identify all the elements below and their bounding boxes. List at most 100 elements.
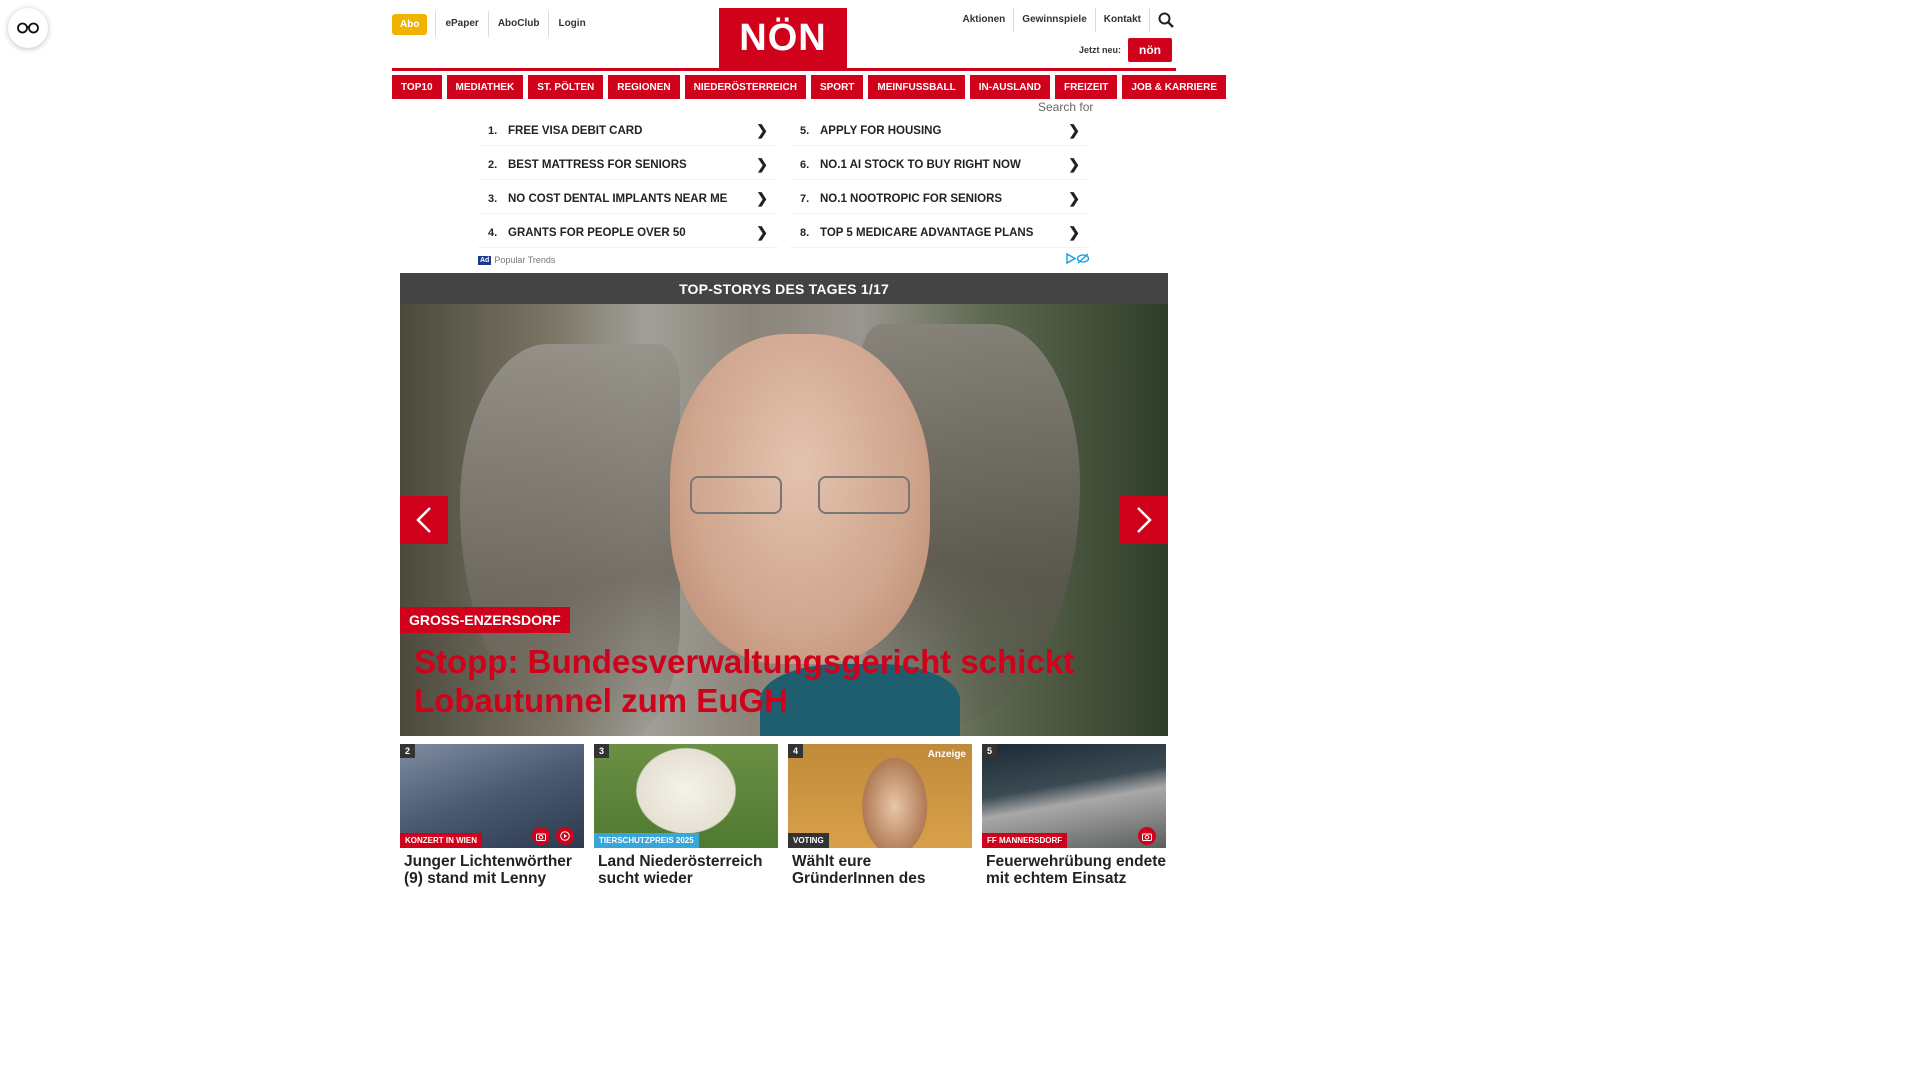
ad-item-text: BEST MATTRESS FOR SENIORS: [508, 158, 687, 171]
aktionen-link[interactable]: Aktionen: [955, 8, 1015, 32]
nav-regionen[interactable]: REGIONEN: [608, 75, 680, 99]
ad-item-text: GRANTS FOR PEOPLE OVER 50: [508, 226, 686, 239]
glasses-icon: [17, 22, 39, 34]
chevron-right-icon: ❯: [756, 224, 768, 240]
story-thumbnail[interactable]: 2 KONZERT IN WIEN: [400, 744, 584, 848]
ad-tag: Ad: [478, 255, 492, 265]
login-link[interactable]: Login: [548, 11, 594, 37]
site-logo[interactable]: NÖN: [719, 8, 847, 68]
story-title[interactable]: Land Niederösterreich sucht wieder: [594, 853, 778, 887]
story-rank: 5: [982, 744, 998, 758]
story-thumbnail[interactable]: 5 FF MANNERSDORF: [982, 744, 1166, 848]
ad-item-number: 4.: [488, 226, 498, 239]
story-thumbnail[interactable]: 4 Anzeige VOTING: [788, 744, 972, 848]
nav-niederoesterreich[interactable]: NIEDERÖSTERREICH: [684, 75, 806, 99]
ad-link[interactable]: 2. BEST MATTRESS FOR SENIORS ❯: [478, 150, 778, 180]
story-card[interactable]: 3 TIERSCHUTZPREIS 2025 Land Niederösterr…: [594, 744, 778, 887]
top-stories-slider: TOP-STORYS DES TAGES 1/17 GROSS-ENZERSDO…: [400, 273, 1168, 736]
ad-item-text: APPLY FOR HOUSING: [820, 124, 942, 137]
camera-icon: [1138, 827, 1156, 845]
jetzt-neu-label: Jetzt neu:: [1078, 45, 1121, 55]
story-rank: 4: [788, 744, 804, 758]
ad-item-number: 8.: [800, 226, 810, 239]
ad-link[interactable]: 3. NO COST DENTAL IMPLANTS NEAR ME ❯: [478, 184, 778, 214]
chevron-right-icon: ❯: [1068, 224, 1080, 240]
slider-prev-button[interactable]: [400, 496, 448, 544]
jetzt-neu-promo[interactable]: Jetzt neu: nön: [1079, 38, 1172, 62]
story-headline[interactable]: Stopp: Bundesverwaltungsgericht schickt …: [414, 642, 1148, 720]
ad-item-text: FREE VISA DEBIT CARD: [508, 124, 643, 137]
aboclub-link[interactable]: AboClub: [487, 11, 549, 37]
chevron-right-icon: ❯: [1068, 190, 1080, 206]
story-rank: 3: [594, 744, 610, 758]
story-rank: 2: [400, 744, 416, 758]
chevron-right-icon: ❯: [756, 156, 768, 172]
story-category: VOTING: [788, 833, 829, 848]
chevron-right-icon: [1137, 507, 1152, 533]
story-card[interactable]: 5 FF MANNERSDORF Feuerwehrübung endete m…: [982, 744, 1166, 887]
photo-glasses: [690, 476, 910, 516]
slide-image[interactable]: GROSS-ENZERSDORF Stopp: Bundesverwaltung…: [400, 304, 1168, 736]
nav-job-karriere[interactable]: JOB & KARRIERE: [1122, 75, 1226, 99]
ad-link[interactable]: 8. TOP 5 MEDICARE ADVANTAGE PLANS ❯: [790, 218, 1090, 248]
utility-nav-left: Abo ePaper AboClub Login: [392, 11, 595, 37]
gewinnspiele-link[interactable]: Gewinnspiele: [1014, 8, 1096, 32]
ad-search-label: Search for: [1038, 100, 1094, 114]
main-nav: TOP10 MEDIATHEK ST. PÖLTEN REGIONEN NIED…: [392, 75, 1226, 99]
ad-item-text: TOP 5 MEDICARE ADVANTAGE PLANS: [820, 226, 1034, 239]
ad-link[interactable]: 1. FREE VISA DEBIT CARD ❯: [478, 116, 778, 146]
play-icon: [556, 827, 574, 845]
header-divider: [392, 68, 1176, 71]
epaper-link[interactable]: ePaper: [435, 11, 487, 37]
ad-provider-label: Popular Trends: [494, 255, 556, 265]
site-header: Abo ePaper AboClub Login NÖN Aktionen Ge…: [392, 0, 1176, 68]
ad-item-number: 5.: [800, 124, 810, 137]
nav-sport[interactable]: SPORT: [810, 75, 864, 99]
ad-item-number: 7.: [800, 192, 810, 205]
page-container: Abo ePaper AboClub Login NÖN Aktionen Ge…: [392, 0, 1226, 887]
story-title[interactable]: Wählt eure GründerInnen des: [788, 853, 972, 887]
story-card[interactable]: 2 KONZERT IN WIEN Junger Lichtenwörther …: [400, 744, 584, 887]
story-thumbnail[interactable]: 3 TIERSCHUTZPREIS 2025: [594, 744, 778, 848]
abo-button[interactable]: Abo: [392, 13, 428, 35]
camera-icon: [532, 827, 550, 845]
ad-link[interactable]: 6. NO.1 AI STOCK TO BUY RIGHT NOW ❯: [790, 150, 1090, 180]
ad-item-text: NO.1 AI STOCK TO BUY RIGHT NOW: [820, 158, 1021, 171]
story-category: TIERSCHUTZPREIS 2025: [594, 833, 699, 848]
nav-mediathek[interactable]: MEDIATHEK: [446, 75, 524, 99]
nav-freizeit[interactable]: FREIZEIT: [1054, 75, 1118, 99]
chevron-right-icon: ❯: [1068, 156, 1080, 172]
nav-top10[interactable]: TOP10: [392, 75, 442, 99]
ad-item-text: NO COST DENTAL IMPLANTS NEAR ME: [508, 192, 728, 205]
nav-meinfussball[interactable]: MEINFUSSBALL: [868, 75, 965, 99]
story-title[interactable]: Feuerwehrübung endete mit echtem Einsatz: [982, 853, 1166, 887]
story-kicker[interactable]: GROSS-ENZERSDORF: [400, 607, 570, 633]
slider-next-button[interactable]: [1120, 496, 1168, 544]
ad-search-block: 1. FREE VISA DEBIT CARD ❯ 5. APPLY FOR HOUS…: [478, 116, 1090, 267]
ad-item-number: 6.: [800, 158, 810, 171]
nav-in-ausland[interactable]: IN-AUSLAND: [969, 75, 1050, 99]
ad-item-number: 1.: [488, 124, 498, 137]
ad-item-number: 2.: [488, 158, 498, 171]
search-icon[interactable]: [1150, 8, 1176, 32]
reader-mode-button[interactable]: [8, 8, 48, 48]
utility-nav-right: Aktionen Gewinnspiele Kontakt: [955, 8, 1176, 32]
ad-link[interactable]: 4. GRANTS FOR PEOPLE OVER 50 ❯: [478, 218, 778, 248]
nav-st-poelten[interactable]: ST. PÖLTEN: [528, 75, 604, 99]
story-card[interactable]: 4 Anzeige VOTING Wählt eure GründerInnen…: [788, 744, 972, 887]
ad-item-text: NO.1 NOOTROPIC FOR SENIORS: [820, 192, 1003, 205]
chevron-right-icon: ❯: [756, 190, 768, 206]
promo-badge[interactable]: nön: [1128, 38, 1172, 62]
ad-item-number: 3.: [488, 192, 498, 205]
story-category: FF MANNERSDORF: [982, 833, 1068, 848]
story-category: KONZERT IN WIEN: [400, 833, 482, 848]
ad-footer: Ad Popular Trends: [478, 252, 1090, 267]
ad-link[interactable]: 7. NO.1 NOOTROPIC FOR SENIORS ❯: [790, 184, 1090, 214]
chevron-right-icon: ❯: [756, 122, 768, 138]
adchoices-icon[interactable]: [1066, 252, 1090, 267]
kontakt-link[interactable]: Kontakt: [1096, 8, 1150, 32]
ad-link[interactable]: 5. APPLY FOR HOUSING ❯: [790, 116, 1090, 146]
chevron-left-icon: [416, 507, 431, 533]
story-title[interactable]: Junger Lichtenwörther (9) stand mit Lenn…: [400, 853, 584, 887]
chevron-right-icon: ❯: [1068, 122, 1080, 138]
